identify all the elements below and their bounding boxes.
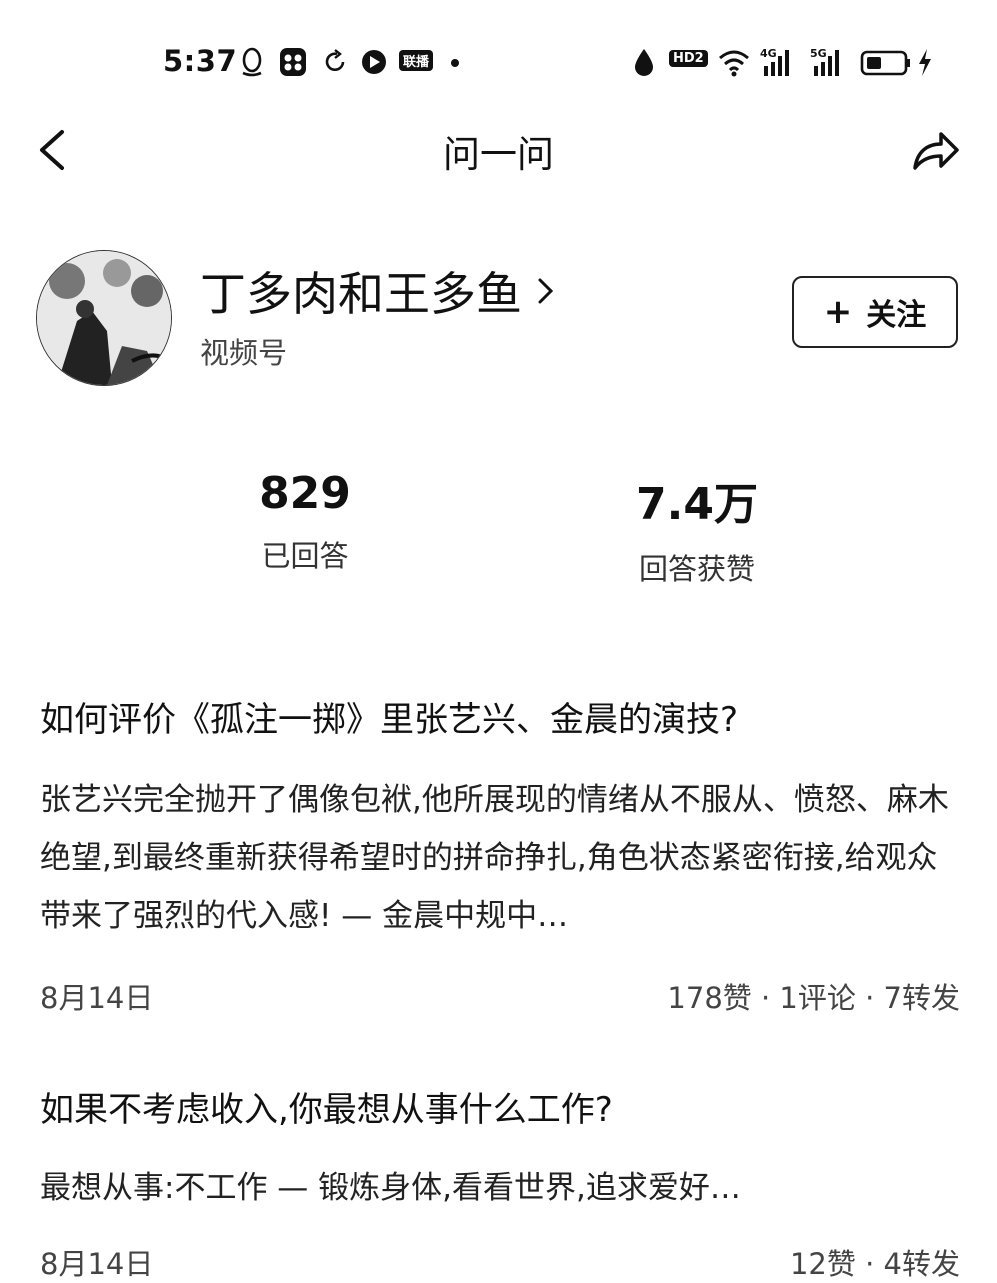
battery-icon [860,46,912,78]
signal-4g-icon: 4G [760,46,800,78]
page-title: 问一问 [443,133,554,176]
stat-answered: 829 已回答 [205,468,405,575]
post-question[interactable]: 如果不考虑收入,你最想从事什么工作? [40,1082,960,1131]
post-question[interactable]: 如何评价《孤注一掷》里张艺兴、金晨的演技? [40,692,960,741]
sync-icon [323,46,347,78]
status-time: 5:37 [163,44,238,78]
post-meta: 8月14日 12赞 · 4转发 [40,1241,960,1283]
post-stats: 178赞 · 1评论 · 7转发 [667,981,960,1015]
stat-answered-label: 已回答 [261,539,349,573]
stat-likes-value: 7.4万 [636,479,758,530]
status-bar: 5:37 联播 HD2 4G 5G [0,0,997,120]
chevron-right-icon [536,274,556,312]
post-answer-text: 张艺兴完全抛开了偶像包袱,他所展现的情绪从不服从、愤怒、麻木绝望,到最终重新获得… [40,782,949,934]
profile-subtitle: 视频号 [200,336,288,370]
post-date: 8月14日 [40,1247,154,1281]
profile-name: 丁多肉和王多鱼 [200,267,522,321]
signal-5g-icon: 5G [810,46,850,78]
app-icon [278,46,308,78]
follow-label: 关注 [866,298,927,333]
share-icon[interactable] [907,122,963,178]
charging-icon [916,46,934,78]
net-4g-label: 4G [760,47,777,60]
post-date: 8月14日 [40,981,154,1015]
post-answer[interactable]: 最想从事:不工作 — 锻炼身体,看看世界,追求爱好… [40,1159,960,1217]
post-stats: 12赞 · 4转发 [789,1247,960,1281]
water-drop-icon [632,46,656,78]
stat-likes-label: 回答获赞 [638,552,755,586]
stat-likes: 7.4万 回答获赞 [597,468,797,588]
dot-icon [450,58,460,68]
profile-name-link[interactable]: 丁多肉和王多鱼 [200,258,556,324]
post-meta: 8月14日 178赞 · 1评论 · 7转发 [40,975,960,1017]
qq-icon [240,46,264,78]
wifi-icon [717,46,751,78]
hd2-icon: HD2 [669,50,708,67]
avatar[interactable] [36,250,172,386]
list-item[interactable]: 如何评价《孤注一掷》里张艺兴、金晨的演技? 张艺兴完全抛开了偶像包袱,他所展现的… [40,692,960,1017]
plus-icon: + [823,292,853,332]
video-icon [360,46,388,78]
net-5g-label: 5G [810,47,827,60]
list-item[interactable]: 如果不考虑收入,你最想从事什么工作? 最想从事:不工作 — 锻炼身体,看看世界,… [40,1082,960,1283]
hd-badge-icon: 联播 [399,50,434,71]
stat-answered-value: 829 [259,468,351,519]
post-answer[interactable]: 张艺兴完全抛开了偶像包袱,他所展现的情绪从不服从、愤怒、麻木绝望,到最终重新获得… [40,771,960,945]
post-answer-text: 最想从事:不工作 — 锻炼身体,看看世界,追求爱好… [40,1170,741,1206]
follow-button[interactable]: + 关注 [792,276,958,348]
